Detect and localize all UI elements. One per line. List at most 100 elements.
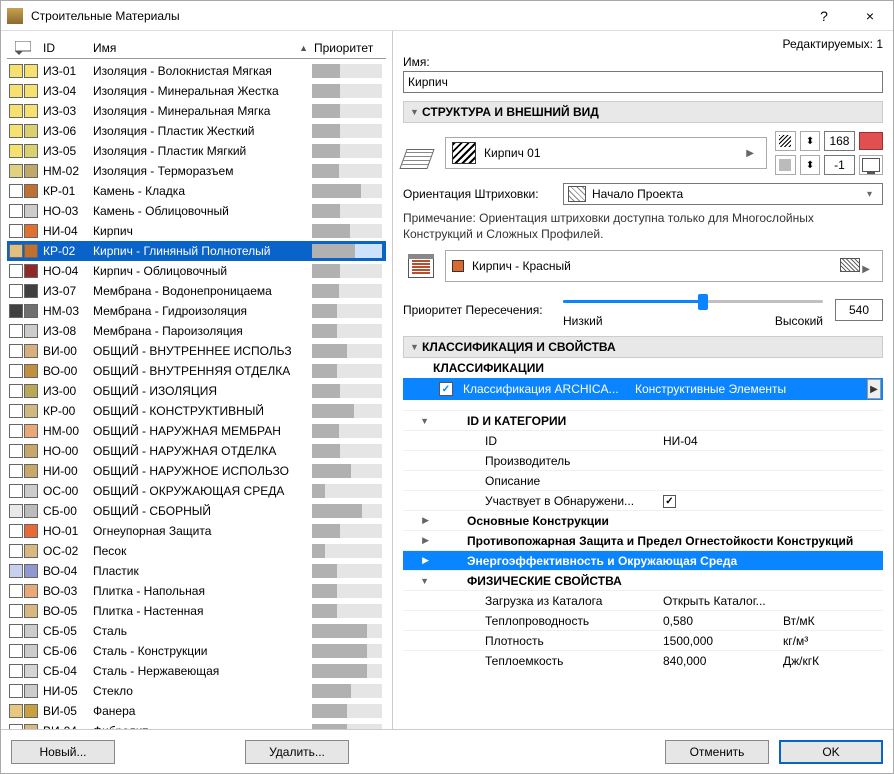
delete-button[interactable]: Удалить... xyxy=(245,740,349,764)
material-row[interactable]: ВО-05Плитка - Настенная xyxy=(7,601,386,621)
material-row[interactable]: ВО-00ОБЩИЙ - ВНУТРЕННЯЯ ОТДЕЛКА xyxy=(7,361,386,381)
material-row[interactable]: ВО-04Пластик xyxy=(7,561,386,581)
priority-bar xyxy=(312,624,382,638)
material-row[interactable]: ИЗ-01Изоляция - Волокнистая Мягкая xyxy=(7,61,386,81)
priority-bar xyxy=(312,284,382,298)
app-icon xyxy=(7,8,23,24)
hatch-pen-icon[interactable] xyxy=(775,131,796,151)
name-input[interactable] xyxy=(403,71,883,93)
subsection-basic[interactable]: Основные Конструкции xyxy=(403,510,883,530)
material-row[interactable]: НИ-04Кирпич xyxy=(7,221,386,241)
material-row[interactable]: ОС-00ОБЩИЙ - ОКРУЖАЮЩАЯ СРЕДА xyxy=(7,481,386,501)
material-row[interactable]: НО-00ОБЩИЙ - НАРУЖНАЯ ОТДЕЛКА xyxy=(7,441,386,461)
priority-bar xyxy=(312,104,382,118)
material-row[interactable]: НМ-02Изоляция - Терморазъем xyxy=(7,161,386,181)
material-row[interactable]: ИЗ-00ОБЩИЙ - ИЗОЛЯЦИЯ xyxy=(7,381,386,401)
chevron-down-icon: ▾ xyxy=(867,189,872,200)
material-row[interactable]: ИЗ-04Изоляция - Минеральная Жестка xyxy=(7,81,386,101)
priority-bar xyxy=(312,564,382,578)
material-row[interactable]: КР-00ОБЩИЙ - КОНСТРУКТИВНЫЙ xyxy=(7,401,386,421)
priority-bar xyxy=(312,664,382,678)
priority-bar xyxy=(312,324,382,338)
section-classification[interactable]: ▼ КЛАССИФИКАЦИЯ И СВОЙСТВА xyxy=(403,336,883,358)
hatch-selector[interactable]: Кирпич 01 ▶ xyxy=(445,137,767,169)
priority-bar xyxy=(312,444,382,458)
pen-color-1[interactable] xyxy=(859,132,883,150)
column-name[interactable]: Имя▲ xyxy=(89,41,312,55)
material-row[interactable]: НО-01Огнеупорная Защита xyxy=(7,521,386,541)
material-row[interactable]: ВИ-05Фанера xyxy=(7,701,386,721)
ok-button[interactable]: OK xyxy=(779,740,883,764)
material-row[interactable]: ВИ-00ОБЩИЙ - ВНУТРЕННЕЕ ИСПОЛЬЗ xyxy=(7,341,386,361)
pen-picker-1[interactable]: ⬍ xyxy=(800,131,821,151)
priority-slider[interactable] xyxy=(563,292,823,312)
swatch-picker-icon[interactable] xyxy=(7,41,39,55)
material-row[interactable]: СБ-00ОБЩИЙ - СБОРНЫЙ xyxy=(7,501,386,521)
material-row[interactable]: НИ-05Стекло xyxy=(7,681,386,701)
priority-bar xyxy=(312,644,382,658)
material-row[interactable]: НО-04Кирпич - Облицовочный xyxy=(7,261,386,281)
priority-bar xyxy=(312,464,382,478)
classification-row[interactable]: ✓ Классификация ARCHICA... Конструктивны… xyxy=(403,378,883,400)
material-row[interactable]: ВО-03Плитка - Напольная xyxy=(7,581,386,601)
orientation-hint: Примечание: Ориентация штриховки доступн… xyxy=(403,211,883,242)
priority-bar xyxy=(312,124,382,138)
pen-picker-2[interactable]: ⬍ xyxy=(800,155,821,175)
list-header: ID Имя▲ Приоритет xyxy=(7,37,386,59)
priority-label: Приоритет Пересечения: xyxy=(403,303,563,317)
material-list[interactable]: ИЗ-01Изоляция - Волокнистая МягкаяИЗ-04И… xyxy=(7,61,386,729)
material-row[interactable]: НИ-00ОБЩИЙ - НАРУЖНОЕ ИСПОЛЬЗО xyxy=(7,461,386,481)
material-row[interactable]: НО-03Камень - Облицовочный xyxy=(7,201,386,221)
detect-checkbox[interactable] xyxy=(663,495,676,508)
material-row[interactable]: ИЗ-07Мембрана - Водонепроницаема xyxy=(7,281,386,301)
surface-selector[interactable]: Кирпич - Красный ▶ xyxy=(445,250,883,282)
collapse-icon: ▼ xyxy=(410,107,422,117)
chevron-right-icon: ▶ xyxy=(746,148,754,159)
material-row[interactable]: НМ-00ОБЩИЙ - НАРУЖНАЯ МЕМБРАН xyxy=(7,421,386,441)
column-priority[interactable]: Приоритет xyxy=(312,41,386,55)
cancel-button[interactable]: Отменить xyxy=(665,740,769,764)
priority-bar xyxy=(312,204,382,218)
building-icon xyxy=(403,250,439,282)
priority-bar xyxy=(312,244,382,258)
orientation-select[interactable]: Начало Проекта ▾ xyxy=(563,183,883,205)
material-row[interactable]: ИЗ-06Изоляция - Пластик Жесткий xyxy=(7,121,386,141)
pen-value-1[interactable]: 168 xyxy=(824,131,854,151)
priority-bar xyxy=(312,264,382,278)
priority-value[interactable]: 540 xyxy=(835,299,883,321)
classification-checkbox[interactable]: ✓ xyxy=(439,382,453,396)
material-row[interactable]: СБ-04Сталь - Нержавеющая xyxy=(7,661,386,681)
priority-low: Низкий xyxy=(563,314,603,328)
priority-bar xyxy=(312,304,382,318)
material-row[interactable]: ВИ-04Фибролит xyxy=(7,721,386,729)
subsection-physical[interactable]: ФИЗИЧЕСКИЕ СВОЙСТВА xyxy=(403,570,883,590)
material-row[interactable]: КР-02Кирпич - Глиняный Полнотелый xyxy=(7,241,386,261)
material-row[interactable]: СБ-06Сталь - Конструкции xyxy=(7,641,386,661)
material-row[interactable]: ИЗ-03Изоляция - Минеральная Мягка xyxy=(7,101,386,121)
column-id[interactable]: ID xyxy=(39,41,89,55)
new-button[interactable]: Новый... xyxy=(11,740,115,764)
priority-bar xyxy=(312,184,382,198)
chevron-right-icon[interactable]: ▶ xyxy=(867,379,881,399)
material-row[interactable]: ИЗ-05Изоляция - Пластик Мягкий xyxy=(7,141,386,161)
orientation-label: Ориентация Штриховки: xyxy=(403,187,563,201)
material-row[interactable]: НМ-03Мембрана - Гидроизоляция xyxy=(7,301,386,321)
priority-bar xyxy=(312,604,382,618)
subsection-energy[interactable]: Энергоэффективность и Окружающая Среда xyxy=(403,550,883,570)
material-row[interactable]: КР-01Камень - Кладка xyxy=(7,181,386,201)
pen-value-2[interactable]: -1 xyxy=(824,155,854,175)
subsection-fire[interactable]: Противопожарная Защита и Предел Огнестой… xyxy=(403,530,883,550)
bg-pen-icon[interactable] xyxy=(775,155,796,175)
screen-only-icon[interactable] xyxy=(859,155,883,175)
collapse-icon: ▼ xyxy=(410,342,422,352)
material-row[interactable]: ОС-02Песок xyxy=(7,541,386,561)
material-row[interactable]: ИЗ-08Мембрана - Пароизоляция xyxy=(7,321,386,341)
window-title: Строительные Материалы xyxy=(29,9,801,23)
priority-bar xyxy=(312,524,382,538)
subsection-id-categories[interactable]: ID И КАТЕГОРИИ xyxy=(403,410,883,430)
help-button[interactable]: ? xyxy=(801,1,847,31)
titlebar: Строительные Материалы ? × xyxy=(1,1,893,31)
material-row[interactable]: СБ-05Сталь xyxy=(7,621,386,641)
close-button[interactable]: × xyxy=(847,1,893,31)
section-appearance[interactable]: ▼ СТРУКТУРА И ВНЕШНИЙ ВИД xyxy=(403,101,883,123)
